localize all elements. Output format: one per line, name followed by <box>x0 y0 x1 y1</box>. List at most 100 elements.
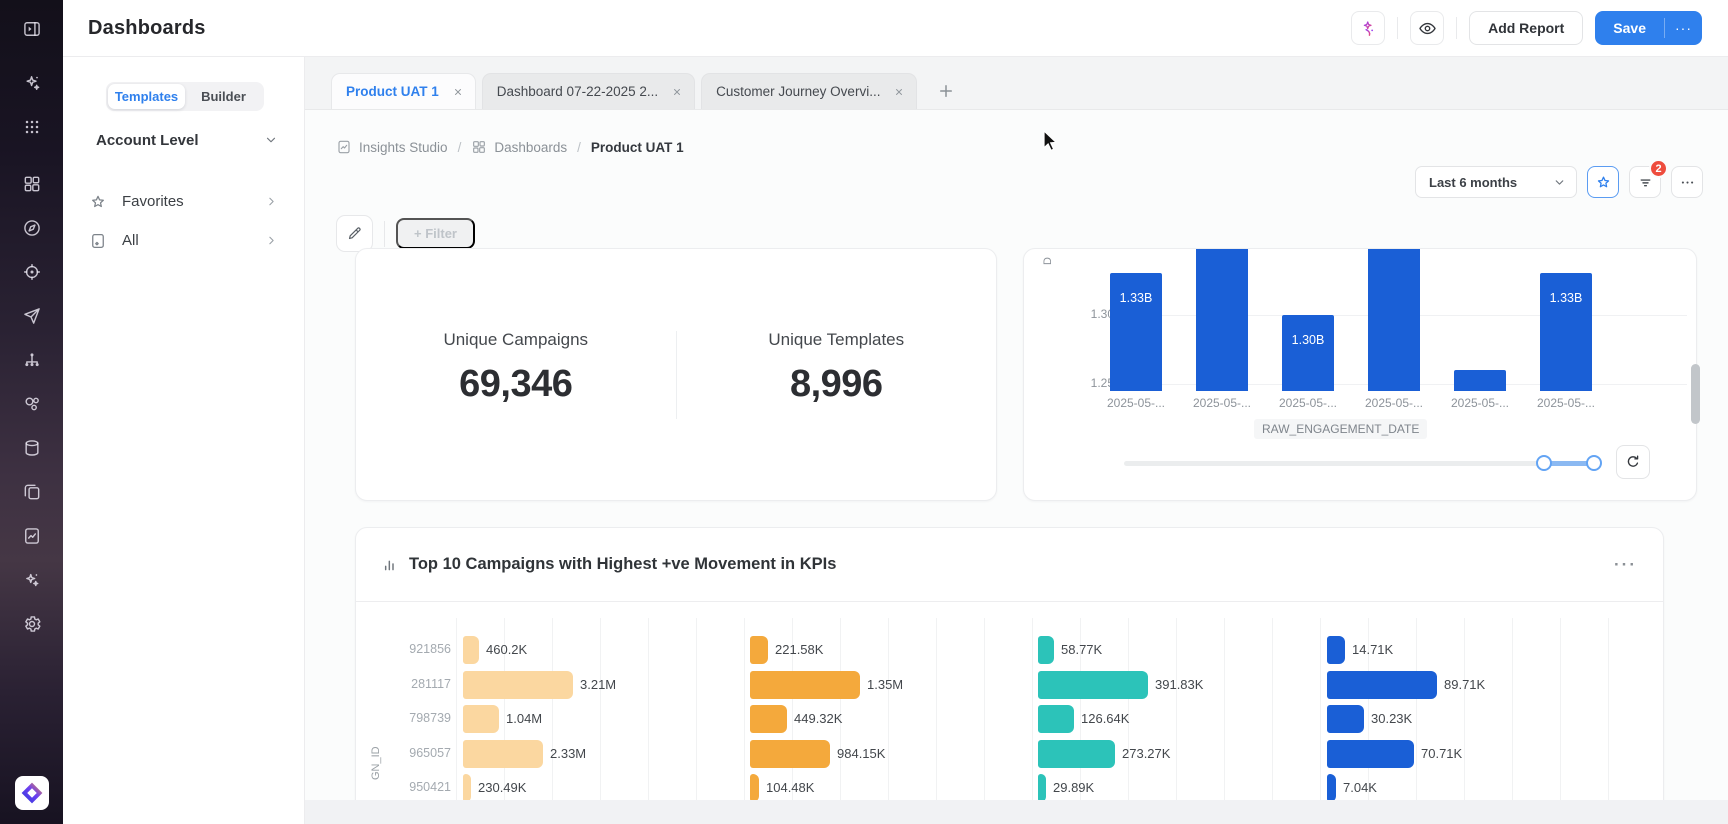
sidebar-item-label: Favorites <box>122 193 184 210</box>
filter-button[interactable]: 2 <box>1629 166 1661 198</box>
bar <box>1327 740 1414 768</box>
hierarchy-icon[interactable] <box>14 342 50 378</box>
divider <box>1456 17 1457 39</box>
brand-logo-icon[interactable] <box>15 776 49 810</box>
bar <box>750 705 787 733</box>
ai-wand-icon <box>1359 19 1378 38</box>
bar <box>1327 671 1437 699</box>
tab-close-icon[interactable] <box>894 87 904 97</box>
edit-toolbar: + Filter <box>336 215 475 252</box>
wand-sparkle-icon[interactable] <box>14 562 50 598</box>
bar-value-label: 2.33M <box>550 746 586 761</box>
date-range-select[interactable]: Last 6 months <box>1415 166 1577 198</box>
bubbles-icon[interactable] <box>14 386 50 422</box>
sidebar-item-all[interactable]: All <box>89 221 278 260</box>
page-title: Dashboards <box>88 17 206 40</box>
tab-label: Customer Journey Overvi... <box>716 84 880 99</box>
account-level-section[interactable]: Account Level <box>96 130 278 150</box>
tab-close-icon[interactable] <box>672 87 682 97</box>
file-icon <box>89 232 107 250</box>
bar <box>750 671 860 699</box>
breadcrumb-item[interactable]: Insights Studio <box>336 139 448 155</box>
canvas-bottom-gutter <box>305 800 1728 824</box>
bar <box>463 705 499 733</box>
y-axis-label-fragment: D <box>1042 257 1054 265</box>
breadcrumb-item[interactable]: Dashboards <box>471 139 567 155</box>
vertical-scrollbar-thumb[interactable] <box>1691 364 1700 424</box>
card-menu-button[interactable]: ··· <box>1614 555 1637 575</box>
report-icon <box>336 139 352 155</box>
x-tick-label: 2025-05-... <box>1351 396 1437 410</box>
kpi-label: Unique Campaigns <box>356 330 676 350</box>
panel-items: Favorites All <box>89 182 278 260</box>
refresh-button[interactable] <box>1616 445 1650 479</box>
grid-dots-icon[interactable] <box>14 109 50 145</box>
bar-value-label: 449.32K <box>794 711 842 726</box>
save-more-button[interactable]: ··· <box>1665 11 1702 45</box>
x-tick-label: 2025-05-... <box>1523 396 1609 410</box>
sparkles-icon[interactable] <box>14 65 50 101</box>
database-icon[interactable] <box>14 430 50 466</box>
edit-button[interactable] <box>336 215 373 252</box>
add-filter-button[interactable]: + Filter <box>396 218 475 249</box>
breadcrumb: Insights Studio/Dashboards/Product UAT 1 <box>336 139 684 155</box>
bar <box>1454 370 1506 391</box>
compass-icon[interactable] <box>14 210 50 246</box>
bar-value-label: 14.71K <box>1352 642 1393 657</box>
nav-rail <box>0 0 63 824</box>
slider-handle-left[interactable] <box>1536 455 1552 471</box>
send-icon[interactable] <box>14 298 50 334</box>
slider-handle-right[interactable] <box>1586 455 1602 471</box>
save-button[interactable]: Save <box>1595 11 1664 45</box>
breadcrumb-label: Insights Studio <box>359 140 448 155</box>
dashboard-icon[interactable] <box>14 166 50 202</box>
filter-lines-icon <box>1637 174 1654 191</box>
star-icon <box>89 193 107 211</box>
star-icon <box>1595 174 1612 191</box>
sidebar-panel: TemplatesBuilder Account Level Favorites… <box>63 57 305 824</box>
main-content: Product UAT 1Dashboard 07-22-2025 2... Cu… <box>305 57 1728 824</box>
tab-close-icon[interactable] <box>453 87 463 97</box>
chevron-down-icon <box>1553 176 1566 189</box>
dashboard-controls: Last 6 months 2 <box>1415 166 1703 198</box>
tab-customer-journey-overvi-[interactable]: Customer Journey Overvi... <box>701 73 917 109</box>
preview-button[interactable] <box>1410 11 1444 45</box>
target-icon[interactable] <box>14 254 50 290</box>
more-options-button[interactable] <box>1671 166 1703 198</box>
panel-collapse-icon[interactable] <box>14 11 50 47</box>
zoom-slider-track[interactable] <box>1124 461 1602 466</box>
row-label: 965057 <box>374 746 451 760</box>
view-switcher: TemplatesBuilder <box>106 82 264 111</box>
new-tab-button[interactable] <box>937 82 955 100</box>
breadcrumb-separator: / <box>577 140 581 155</box>
bar <box>463 740 543 768</box>
add-report-button[interactable]: Add Report <box>1469 11 1583 45</box>
layers-icon[interactable] <box>14 474 50 510</box>
report-icon[interactable] <box>14 518 50 554</box>
tab-product-uat-1[interactable]: Product UAT 1 <box>331 73 476 109</box>
favorite-toggle-button[interactable] <box>1587 166 1619 198</box>
tab-dashboard-07-22-2025-2-[interactable]: Dashboard 07-22-2025 2... <box>482 73 695 109</box>
bar <box>463 636 479 664</box>
bar-value-label: 7.04K <box>1343 780 1377 795</box>
x-tick-label: 2025-05-... <box>1093 396 1179 410</box>
bar-value-label: 126.64K <box>1081 711 1129 726</box>
bar-value-label: 58.77K <box>1061 642 1102 657</box>
bar <box>1327 705 1364 733</box>
bar-value-label: 30.23K <box>1371 711 1412 726</box>
segmented-option-templates[interactable]: Templates <box>108 84 185 109</box>
engagement-chart-card: D RAW_ENGAGEMENT_DATE 1.30B1.25B1.33B202… <box>1023 248 1697 501</box>
segmented-option-builder[interactable]: Builder <box>185 84 262 109</box>
bar-value-label: 221.58K <box>775 642 823 657</box>
rail-secondary-group <box>14 166 50 650</box>
settings-icon[interactable] <box>14 606 50 642</box>
bar <box>463 774 471 802</box>
bar <box>1038 636 1054 664</box>
breadcrumb-separator: / <box>458 140 462 155</box>
x-tick-label: 2025-05-... <box>1437 396 1523 410</box>
row-label: 950421 <box>374 780 451 794</box>
ai-wand-button[interactable] <box>1351 11 1385 45</box>
chevron-right-icon <box>265 195 278 208</box>
save-split-button[interactable]: Save ··· <box>1595 11 1702 45</box>
sidebar-item-favorites[interactable]: Favorites <box>89 182 278 221</box>
